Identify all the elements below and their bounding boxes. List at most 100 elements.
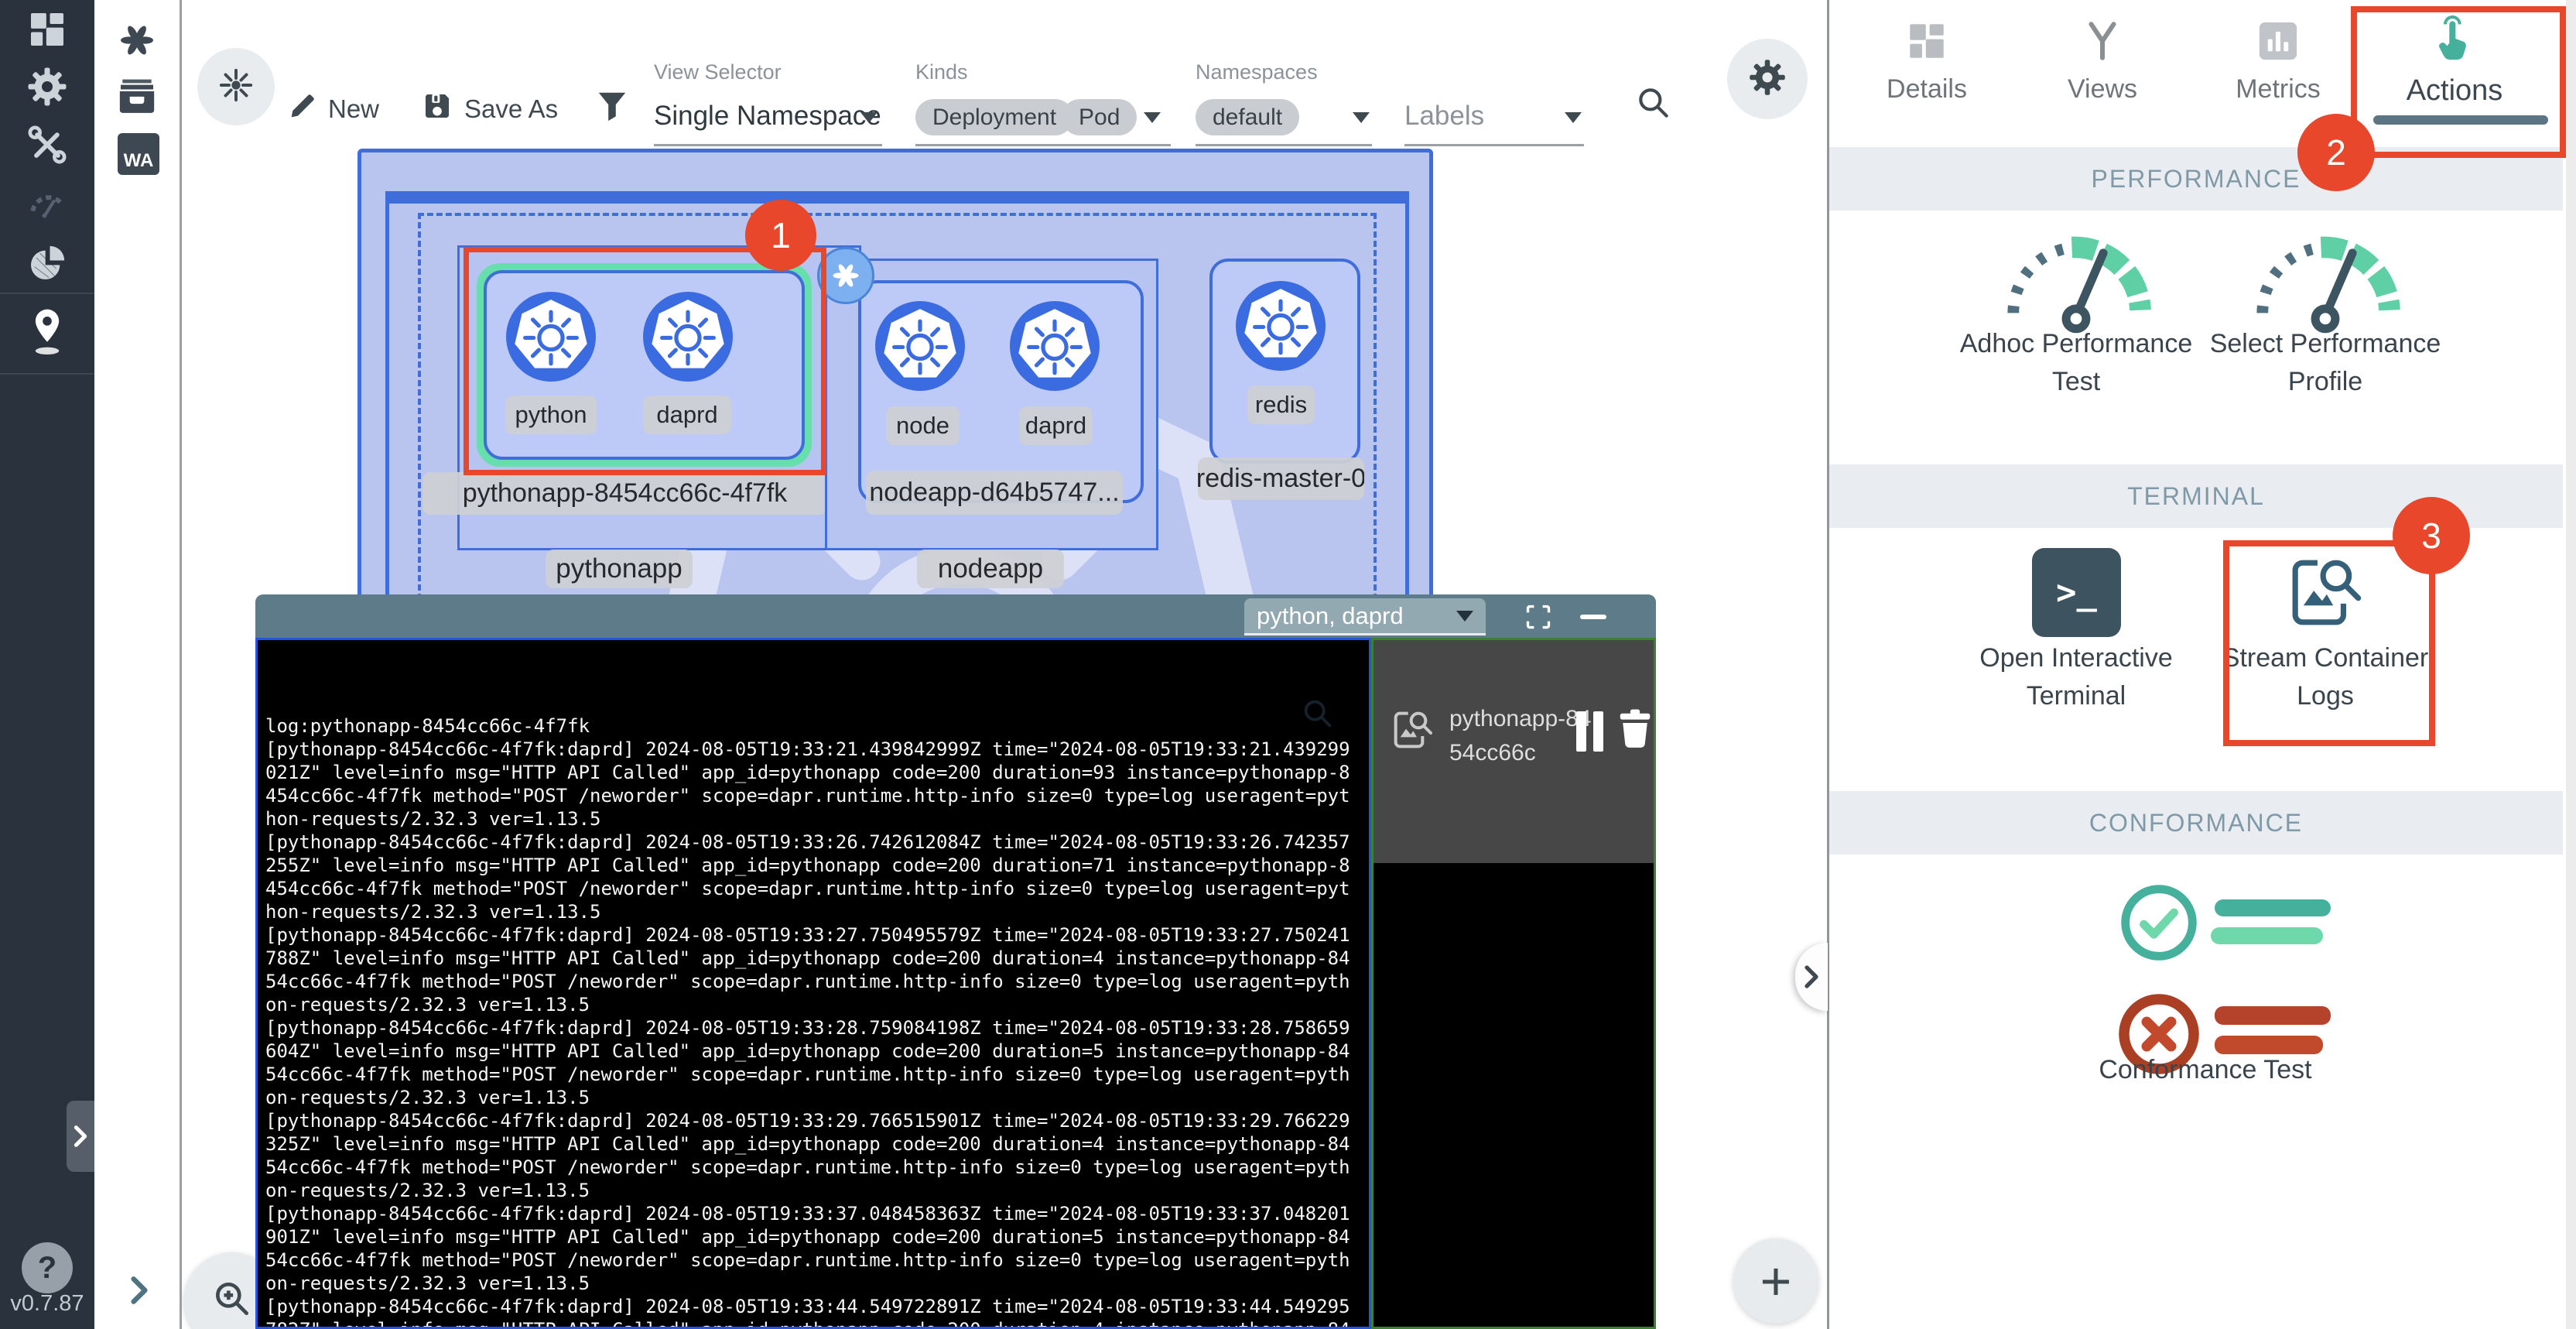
filter-funnel-icon[interactable]: [594, 87, 630, 125]
plus-icon: +: [1760, 1250, 1792, 1312]
strip-expand-chevron-icon[interactable]: [122, 1273, 156, 1307]
kind-chip-pod[interactable]: Pod: [1062, 99, 1137, 135]
hub-wheel-icon: [215, 64, 257, 110]
log-line: [pythonapp-8454cc66c-4f7fk:daprd] 2024-0…: [265, 738, 1361, 831]
minimize-icon[interactable]: [1580, 615, 1606, 619]
namespaces-caret-icon[interactable]: [1353, 112, 1370, 123]
log-line: [pythonapp-8454cc66c-4f7fk:daprd] 2024-0…: [265, 1016, 1361, 1109]
search-icon[interactable]: [1634, 84, 1673, 122]
right-panel: Details Views Metrics Actions 2 PERFORMA…: [1829, 0, 2563, 1329]
action-adhoc-performance-test[interactable]: Adhoc Performance Test: [1948, 325, 2204, 401]
log-line: [pythonapp-8454cc66c-4f7fk:daprd] 2024-0…: [265, 1109, 1361, 1202]
help-button[interactable]: ?: [22, 1242, 73, 1293]
stream-logs-icon: [1387, 705, 1437, 755]
pause-icon[interactable]: [1593, 711, 1603, 752]
container-label: redis: [1247, 385, 1315, 424]
labels-caret-icon[interactable]: [1565, 112, 1582, 123]
annotation-badge-2: 2: [2297, 114, 2375, 191]
annotation-badge-1: 1: [745, 200, 816, 271]
version-label: v0.7.87: [0, 1291, 94, 1317]
view-selector-caret-icon[interactable]: [860, 112, 877, 123]
scrollbar[interactable]: [2566, 0, 2576, 1329]
new-button[interactable]: New: [328, 94, 379, 124]
kinds-caret-icon[interactable]: [1144, 112, 1161, 123]
trash-icon[interactable]: [1613, 707, 1657, 750]
action-open-interactive-terminal[interactable]: Open Interactive Terminal: [1948, 639, 2204, 715]
metrics-bar-chart-icon: [2256, 19, 2301, 63]
interactive-terminal-icon: >_: [2032, 548, 2121, 637]
app-window: ? v0.7.87 WA New Save As View Selector S…: [0, 0, 2576, 1329]
sidebar-expand-handle[interactable]: [67, 1101, 94, 1172]
namespaces-label: Namespaces: [1196, 60, 1318, 84]
kind-chip-deployment[interactable]: Deployment: [915, 99, 1073, 135]
tab-metrics[interactable]: Metrics: [2197, 19, 2359, 104]
save-as-button[interactable]: Save As: [464, 94, 558, 124]
labels-underline: [1404, 144, 1584, 146]
pie-chart-icon[interactable]: [26, 241, 69, 285]
annotation-badge-3: 3: [2393, 497, 2470, 574]
secondary-toolbar: WA: [94, 0, 182, 1329]
location-pin-icon[interactable]: [26, 306, 69, 360]
add-button[interactable]: +: [1733, 1238, 1818, 1324]
conformance-fail-line: [2215, 1006, 2331, 1025]
pod-label: pythonapp-8454cc66c-4f7fk: [422, 472, 827, 515]
archive-inbox-icon[interactable]: [115, 76, 159, 119]
pencil-icon: [286, 91, 317, 122]
annotation-box-2: [2351, 6, 2566, 158]
check-circle-icon: [2119, 882, 2199, 963]
conformance-pass-line: [2211, 927, 2323, 944]
gear-icon: [1747, 57, 1787, 101]
left-sidebar: ? v0.7.87: [0, 0, 94, 1329]
action-select-performance-profile[interactable]: Select Performance Profile: [2198, 325, 2453, 401]
fullscreen-icon[interactable]: [1524, 603, 1552, 631]
log-line: [pythonapp-8454cc66c-4f7fk:daprd] 2024-0…: [265, 923, 1361, 1016]
deployment-label: nodeapp: [917, 550, 1064, 588]
stream-tab-item[interactable]: pythonapp-8454cc66c: [1374, 640, 1654, 863]
namespace-chip-default[interactable]: default: [1196, 99, 1299, 135]
log-terminal-window: python, daprd log:pythonapp-8454cc66c-4f…: [255, 594, 1656, 1329]
save-icon: [422, 91, 453, 122]
help-icon: ?: [38, 1251, 56, 1286]
log-line: [pythonapp-8454cc66c-4f7fk:daprd] 2024-0…: [265, 1295, 1361, 1329]
tab-details[interactable]: Details: [1846, 19, 2008, 104]
log-line: [pythonapp-8454cc66c-4f7fk:daprd] 2024-0…: [265, 831, 1361, 923]
panel-divider: [1827, 0, 1829, 1329]
tab-label: Details: [1846, 74, 2008, 104]
container-icon-daprd[interactable]: [1010, 301, 1100, 391]
selector-caret-icon: [1456, 611, 1473, 622]
kinds-label: Kinds: [915, 60, 968, 84]
stream-list-pane: pythonapp-8454cc66c: [1371, 638, 1656, 1329]
view-selector-underline: [654, 144, 882, 146]
dapr-logo-icon[interactable]: [115, 19, 159, 62]
log-line: log:pythonapp-8454cc66c-4f7fk: [265, 714, 1361, 738]
performance-gauge-icon[interactable]: [26, 180, 69, 224]
container-selector-value: python, daprd: [1257, 602, 1404, 630]
webassembly-icon[interactable]: WA: [118, 133, 159, 175]
view-selector-value[interactable]: Single Namespace: [654, 101, 881, 132]
pod-label: redis-master-0: [1198, 457, 1364, 500]
labels-input[interactable]: Labels: [1404, 101, 1484, 132]
zoom-in-icon: [210, 1277, 254, 1324]
action-conformance-test[interactable]: Conformance Test: [2078, 1051, 2333, 1089]
sidebar-divider: [0, 293, 94, 294]
pause-icon[interactable]: [1576, 711, 1586, 752]
container-icon-node[interactable]: [875, 301, 965, 391]
panel-collapse-handle[interactable]: [1795, 943, 1828, 1011]
container-selector-dropdown[interactable]: python, daprd: [1244, 598, 1486, 635]
graph-mode-button[interactable]: [197, 48, 275, 125]
tab-views[interactable]: Views: [2021, 19, 2184, 104]
deployment-label: pythonapp: [546, 550, 693, 588]
tab-label: Metrics: [2197, 74, 2359, 104]
views-icon: [2080, 19, 2125, 63]
container-label: daprd: [1019, 406, 1093, 445]
container-icon-redis[interactable]: [1236, 281, 1326, 371]
container-label: node: [886, 406, 960, 445]
log-output[interactable]: log:pythonapp-8454cc66c-4f7fk[pythonapp-…: [258, 640, 1369, 1329]
settings-button[interactable]: [1727, 39, 1808, 119]
kinds-underline: [915, 144, 1171, 146]
log-pane[interactable]: log:pythonapp-8454cc66c-4f7fk[pythonapp-…: [255, 638, 1371, 1329]
dashboard-icon[interactable]: [26, 8, 69, 51]
settings-gears-icon[interactable]: [26, 65, 69, 108]
conformance-pass-line: [2215, 899, 2331, 916]
tools-icon[interactable]: [26, 123, 69, 166]
